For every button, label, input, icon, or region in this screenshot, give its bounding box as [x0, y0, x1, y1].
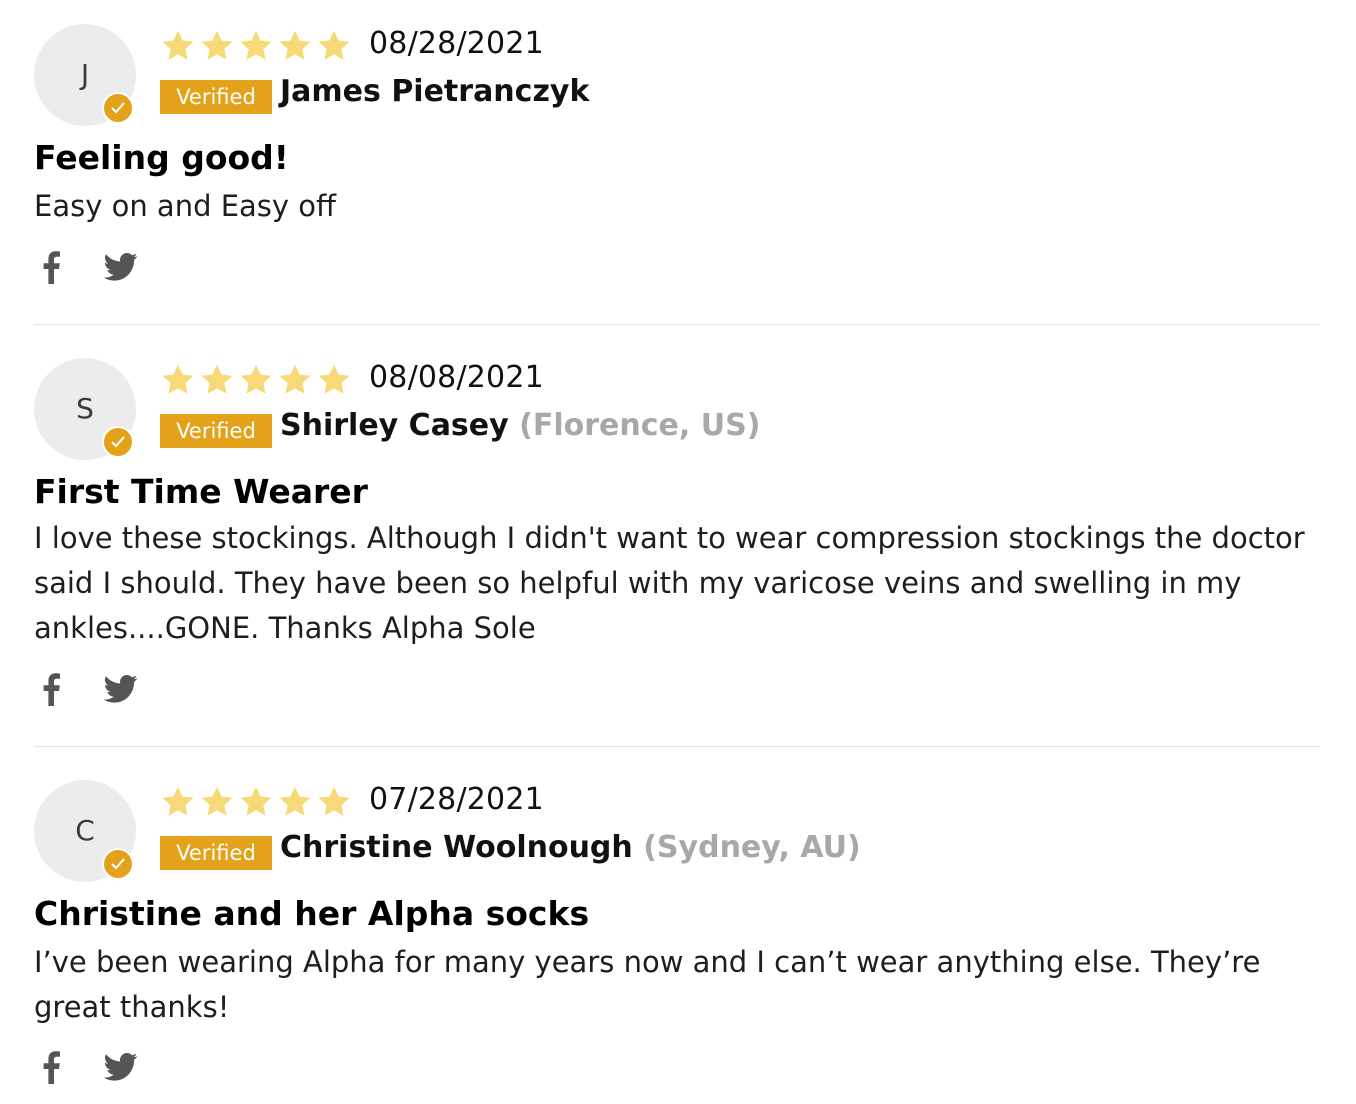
star-icon	[279, 786, 311, 816]
divider	[34, 324, 1320, 325]
star-icon	[162, 30, 194, 60]
review-card: C 07/28/2021 Verified Christine Woolnoug…	[34, 780, 1320, 1100]
verified-badge: Verified	[160, 836, 272, 870]
star-icon	[240, 364, 272, 394]
review-title: First Time Wearer	[34, 472, 368, 511]
star-rating	[160, 28, 352, 64]
review-card: S 08/08/2021 Verified Shirley Casey (Flo…	[34, 358, 1320, 718]
facebook-icon[interactable]	[38, 1050, 64, 1084]
reviewer-name-text: James Pietranczyk	[280, 74, 590, 109]
star-rating	[160, 362, 352, 398]
review-body: I’ve been wearing Alpha for many years n…	[34, 945, 1261, 1024]
star-icon	[201, 786, 233, 816]
star-icon	[201, 30, 233, 60]
reviewer-name-text: Christine Woolnough	[280, 830, 633, 865]
reviewer-location: (Sydney, AU)	[643, 830, 861, 865]
star-icon	[240, 786, 272, 816]
reviewer-location: (Florence, US)	[519, 408, 761, 443]
twitter-icon[interactable]	[104, 252, 138, 282]
star-icon	[162, 364, 194, 394]
star-icon	[279, 364, 311, 394]
star-icon	[318, 364, 350, 394]
star-icon	[240, 30, 272, 60]
review-date: 07/28/2021	[369, 782, 544, 817]
reviewer-name: James Pietranczyk	[280, 74, 589, 109]
facebook-icon[interactable]	[38, 250, 64, 284]
review-title: Christine and her Alpha socks	[34, 894, 590, 933]
review-card: J 08/28/2021 Verified James Pietranczyk …	[34, 24, 1320, 294]
star-icon	[279, 30, 311, 60]
reviewer-name: Christine Woolnough (Sydney, AU)	[280, 830, 861, 865]
review-date: 08/28/2021	[369, 26, 544, 61]
star-icon	[162, 786, 194, 816]
divider	[34, 746, 1320, 747]
verified-check-icon	[102, 848, 134, 880]
star-icon	[201, 364, 233, 394]
star-rating	[160, 784, 352, 820]
review-body: I love these stockings. Although I didn'…	[34, 521, 1305, 645]
facebook-icon[interactable]	[38, 672, 64, 706]
verified-badge: Verified	[160, 414, 272, 448]
star-icon	[318, 30, 350, 60]
verified-check-icon	[102, 92, 134, 124]
review-date: 08/08/2021	[369, 360, 544, 395]
review-body: Easy on and Easy off	[34, 189, 337, 223]
twitter-icon[interactable]	[104, 674, 138, 704]
reviewer-name: Shirley Casey (Florence, US)	[280, 408, 760, 443]
reviewer-name-text: Shirley Casey	[280, 408, 509, 443]
review-title: Feeling good!	[34, 138, 289, 177]
twitter-icon[interactable]	[104, 1052, 138, 1082]
verified-badge: Verified	[160, 80, 272, 114]
star-icon	[318, 786, 350, 816]
verified-check-icon	[102, 426, 134, 458]
